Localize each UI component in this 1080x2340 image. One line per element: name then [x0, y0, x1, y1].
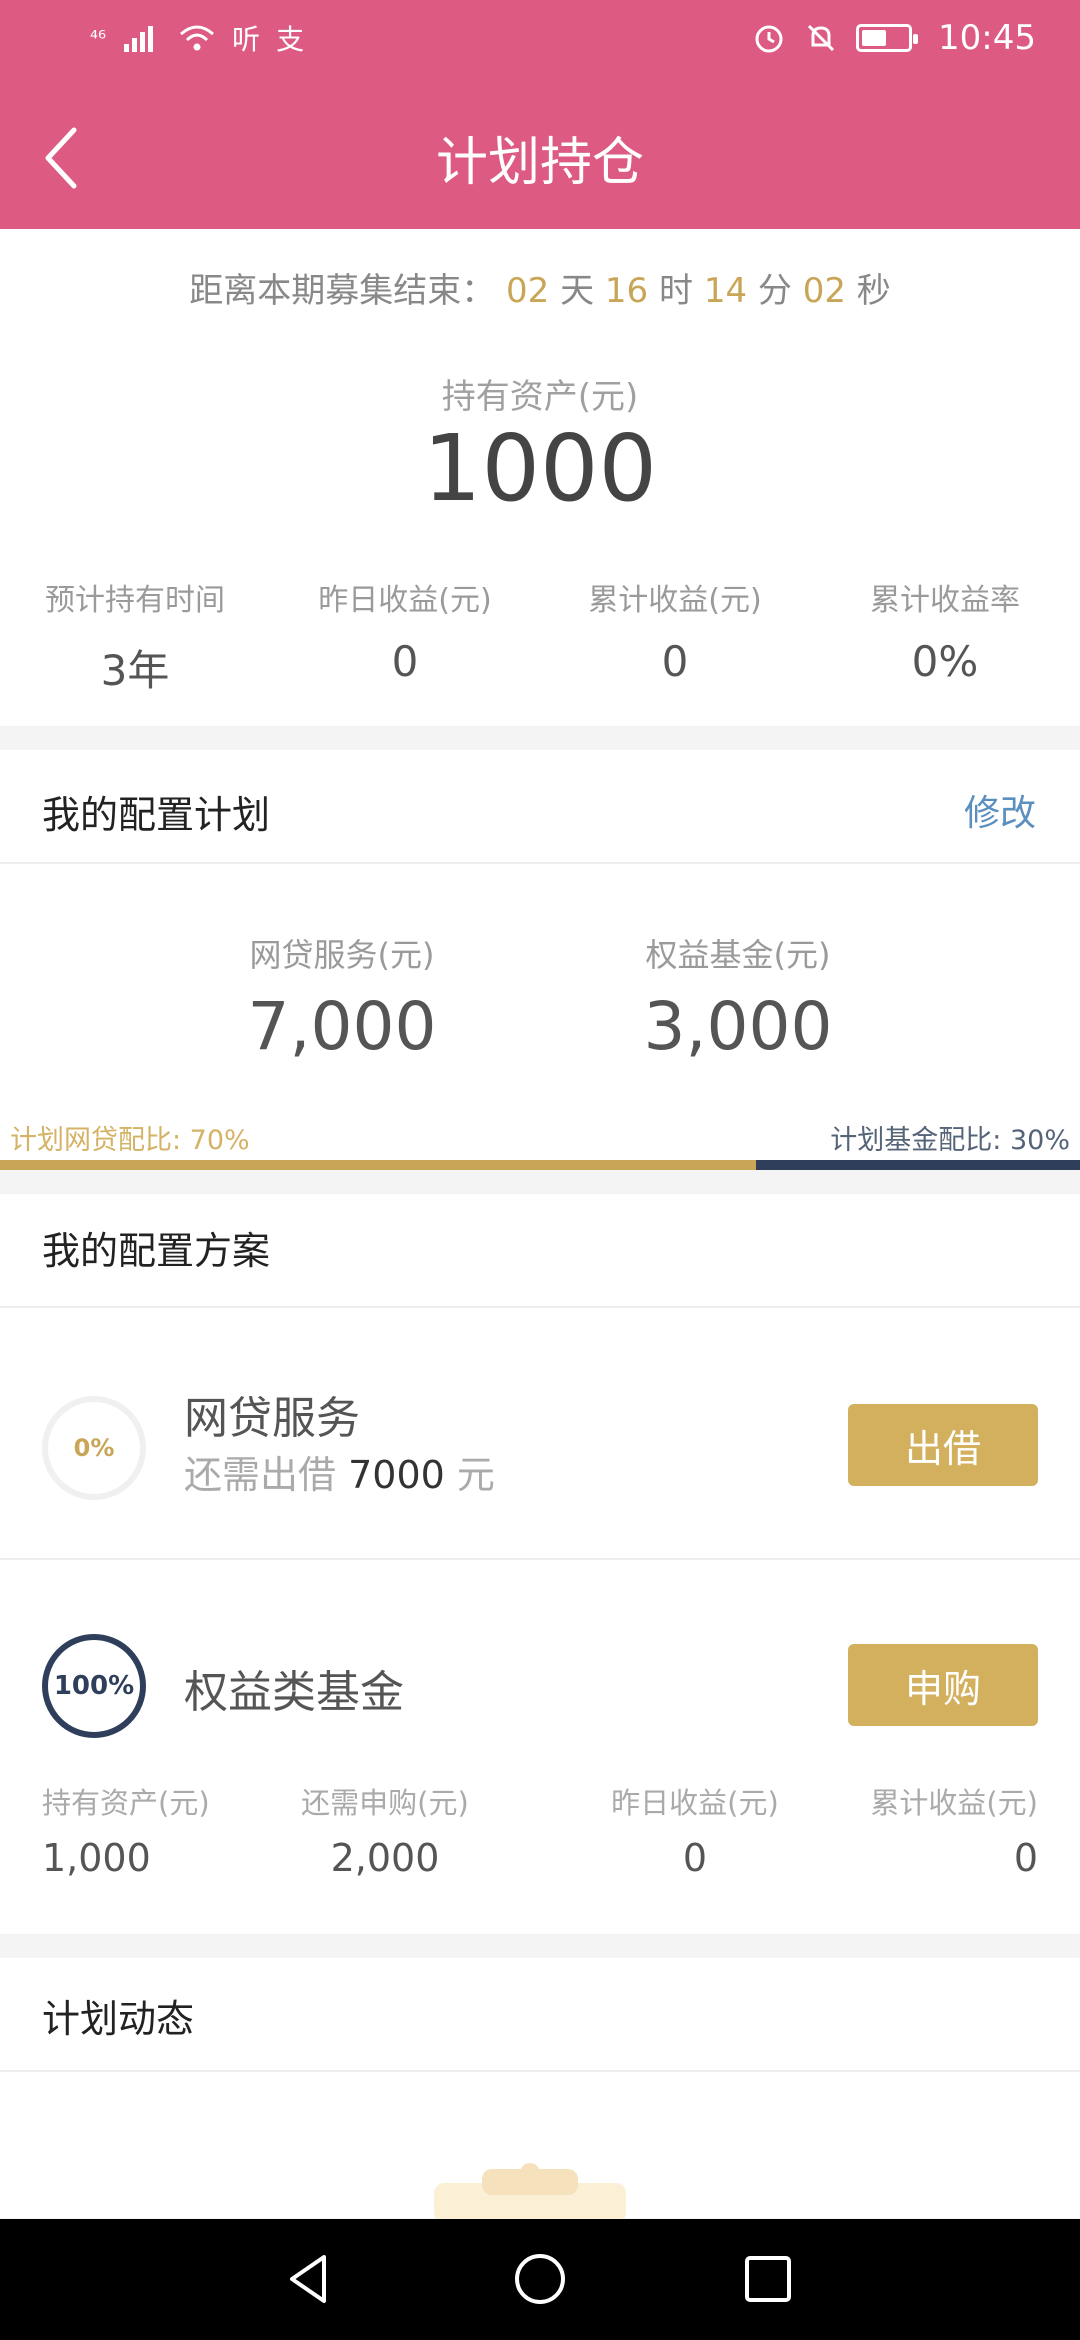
- fund-stat-holding: 持有资产(元) 1,000: [42, 1780, 210, 1880]
- countdown-hours: 16: [604, 271, 649, 311]
- p2p-ratio-fill: [0, 1160, 756, 1170]
- plan-fund: 权益基金(元) 3,000: [588, 930, 888, 1065]
- remaining-prefix: 还需出借: [184, 1453, 337, 1497]
- stat-value: 3年: [100, 646, 170, 695]
- p2p-item-name: 网贷服务: [184, 1393, 360, 1444]
- countdown-minutes: 14: [703, 271, 748, 311]
- plan-p2p: 网贷服务(元) 7,000: [192, 930, 492, 1065]
- clipboard-icon: [434, 2163, 626, 2221]
- p2p-ratio-label: 计划网贷配比: 70%: [10, 1125, 250, 1156]
- fundraising-countdown: 距离本期募集结束： 02 天 16 时 14 分 02 秒: [0, 263, 1080, 312]
- plan-fund-value: 3,000: [643, 988, 833, 1065]
- page-title: 计划持仓: [435, 133, 644, 193]
- divider: [0, 1558, 1080, 1560]
- header: 计划持仓: [0, 84, 1080, 229]
- stat-total-return-rate: 累计收益率 0%: [810, 575, 1080, 698]
- stat-label: 昨日收益(元): [318, 583, 492, 618]
- app-notification-icon: 听: [232, 23, 261, 56]
- section-title: 我的配置方案: [42, 1229, 271, 1273]
- fund-stat-yesterday: 昨日收益(元) 0: [610, 1780, 780, 1880]
- allocation-scheme-section: 我的配置方案 0% 网贷服务 还需出借 7000 元 出借 100% 权益类基金…: [0, 1194, 1080, 1934]
- allocation-ratio-bar: [0, 1160, 1080, 1170]
- fund-stat-value: 0: [682, 1836, 708, 1880]
- stat-value: 0: [391, 637, 419, 686]
- stat-value: 0: [661, 637, 689, 686]
- status-bar: ⁴⁶ 听 支 10:45: [0, 0, 1080, 84]
- summary-stats: 预计持有时间 3年 昨日收益(元) 0 累计收益(元) 0 累计收益率 0%: [0, 575, 1080, 698]
- status-right: 10:45: [752, 18, 1036, 58]
- divider: [0, 2070, 1080, 2072]
- system-nav-bar: [0, 2219, 1080, 2340]
- network-type: ⁴⁶: [90, 26, 107, 50]
- countdown-days: 02: [506, 271, 550, 311]
- clock: 10:45: [938, 18, 1036, 58]
- plan-p2p-value: 7,000: [247, 988, 437, 1065]
- signal-icon: [124, 26, 154, 52]
- home-circle-icon[interactable]: [510, 2249, 570, 2309]
- countdown-seconds-unit: 秒: [856, 271, 891, 311]
- p2p-item-remaining: 还需出借 7000 元: [184, 1444, 495, 1499]
- subscribe-button[interactable]: 申购: [848, 1644, 1038, 1726]
- fund-stat-label: 昨日收益(元): [611, 1786, 779, 1820]
- holding-assets-label: 持有资产(元): [441, 377, 639, 417]
- fund-progress-ring: 100%: [42, 1634, 146, 1738]
- fund-stat-total: 累计收益(元) 0: [870, 1780, 1038, 1880]
- stat-value: 0%: [911, 637, 979, 686]
- fund-stat-value: 2,000: [330, 1836, 440, 1880]
- holding-summary-card: 距离本期募集结束： 02 天 16 时 14 分 02 秒 持有资产(元) 10…: [0, 229, 1080, 726]
- countdown-seconds: 02: [802, 271, 846, 311]
- edit-plan-link[interactable]: 修改: [964, 784, 1036, 836]
- stat-label: 预计持有时间: [45, 583, 225, 618]
- app-notification-icon: 支: [276, 23, 305, 56]
- stat-expected-holding-time: 预计持有时间 3年: [0, 575, 270, 698]
- fund-stat-value: 0: [1013, 1836, 1038, 1880]
- countdown-prefix: 距离本期募集结束：: [189, 271, 496, 311]
- remaining-amount: 7000: [348, 1453, 445, 1497]
- stat-label: 累计收益(元): [588, 583, 762, 618]
- fund-stat-value: 1,000: [42, 1836, 151, 1880]
- wifi-icon: [180, 25, 215, 51]
- mute-icon: [807, 24, 835, 52]
- recents-square-icon[interactable]: [738, 2249, 798, 2309]
- stat-label: 累计收益率: [870, 583, 1020, 618]
- plan-p2p-label: 网贷服务(元): [249, 936, 435, 974]
- alarm-icon: [755, 25, 783, 53]
- stat-yesterday-income: 昨日收益(元) 0: [270, 575, 540, 698]
- plan-fund-label: 权益基金(元): [645, 936, 831, 974]
- plan-dynamics-section: 计划动态: [0, 1958, 1080, 2221]
- top-bar: ⁴⁶ 听 支 10:45 计划持仓: [0, 0, 1080, 229]
- lend-button[interactable]: 出借: [848, 1404, 1038, 1486]
- fund-stat-label: 累计收益(元): [870, 1786, 1038, 1820]
- p2p-progress-ring: 0%: [42, 1396, 146, 1500]
- divider: [0, 1306, 1080, 1308]
- back-triangle-icon[interactable]: [280, 2249, 340, 2309]
- battery-icon: [856, 24, 919, 52]
- fund-stat-label: 持有资产(元): [42, 1786, 210, 1820]
- remaining-unit: 元: [456, 1453, 495, 1497]
- section-title: 计划动态: [42, 1997, 195, 2041]
- fund-ratio-fill: [756, 1160, 1080, 1170]
- section-title: 我的配置计划: [42, 793, 271, 837]
- countdown-days-unit: 天: [560, 271, 595, 311]
- allocation-plan-section: 我的配置计划 修改 网贷服务(元) 7,000 权益基金(元) 3,000 计划…: [0, 750, 1080, 1170]
- fund-stat-remaining: 还需申购(元) 2,000: [300, 1780, 470, 1880]
- fund-ratio-label: 计划基金配比: 30%: [830, 1125, 1070, 1156]
- divider: [0, 862, 1080, 864]
- status-left: ⁴⁶ 听 支: [90, 18, 304, 58]
- stat-total-income: 累计收益(元) 0: [540, 575, 810, 698]
- countdown-hours-unit: 时: [659, 271, 693, 311]
- countdown-minutes-unit: 分: [757, 271, 792, 311]
- holding-assets-value: 1000: [422, 415, 658, 522]
- fund-stat-label: 还需申购(元): [301, 1786, 469, 1820]
- fund-item-name: 权益类基金: [184, 1667, 404, 1718]
